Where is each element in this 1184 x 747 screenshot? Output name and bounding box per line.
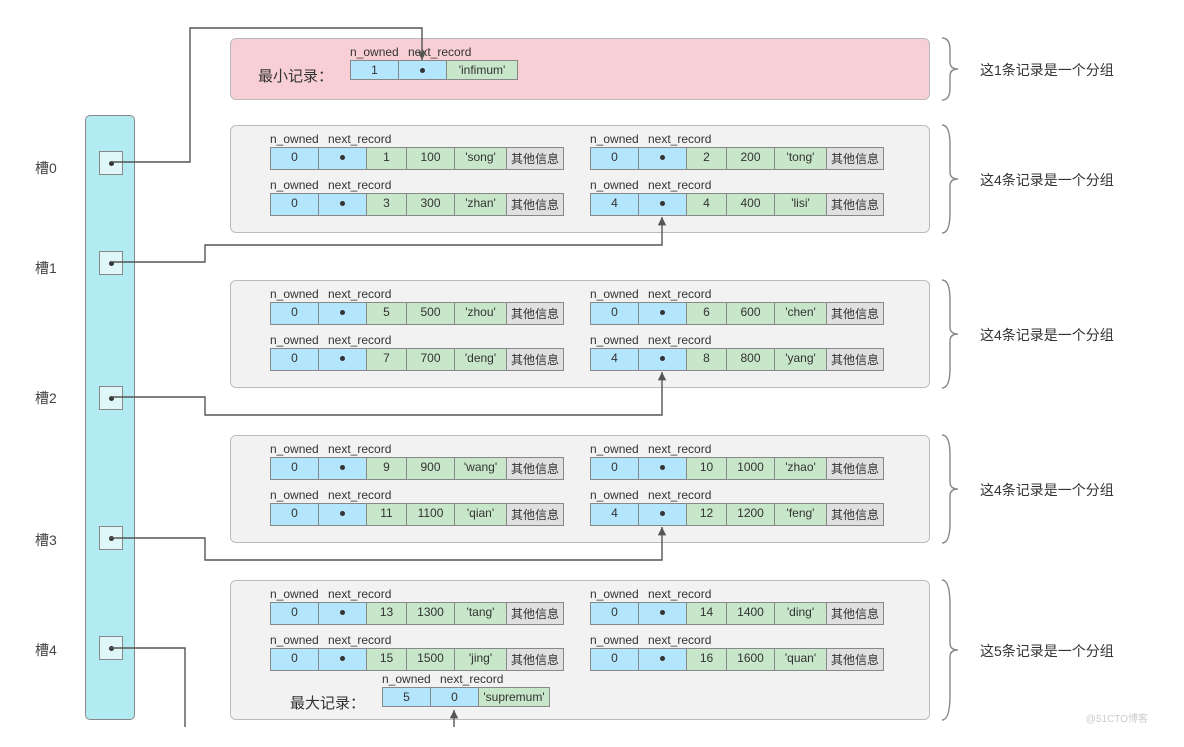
record-infimum: n_ownednext_record 1 'infimum' (350, 45, 518, 80)
record-8: n_ownednext_record 4 8 800 'yang' 其他信息 (590, 333, 884, 371)
record-4: n_ownednext_record 4 4 400 'lisi' 其他信息 (590, 178, 884, 216)
record-supremum: n_ownednext_record 5 0 'supremum' (382, 672, 550, 707)
watermark: @51CTO博客 (1086, 710, 1148, 725)
group-label-0: 这1条记录是一个分组 (980, 60, 1114, 80)
slot-label-2: 槽2 (35, 388, 57, 408)
record-10: n_ownednext_record 0 10 1000 'zhao' 其他信息 (590, 442, 884, 480)
record-16: n_ownednext_record 0 16 1600 'quan' 其他信息 (590, 633, 884, 671)
slot-label-4: 槽4 (35, 640, 57, 660)
infimum-label: 最小记录： (258, 65, 333, 86)
record-12: n_ownednext_record 4 12 1200 'feng' 其他信息 (590, 488, 884, 526)
slot-1 (99, 251, 123, 275)
supremum-label: 最大记录： (290, 692, 365, 713)
record-2: n_ownednext_record 0 2 200 'tong' 其他信息 (590, 132, 884, 170)
record-1: n_ownednext_record 0 1 100 'song' 其他信息 (270, 132, 564, 170)
record-14: n_ownednext_record 0 14 1400 'ding' 其他信息 (590, 587, 884, 625)
group-label-3: 这4条记录是一个分组 (980, 480, 1114, 500)
record-11: n_ownednext_record 0 11 1100 'qian' 其他信息 (270, 488, 564, 526)
slot-4 (99, 636, 123, 660)
slot-label-1: 槽1 (35, 258, 57, 278)
pointer-cell (399, 61, 447, 79)
record-6: n_ownednext_record 0 6 600 'chen' 其他信息 (590, 287, 884, 325)
record-13: n_ownednext_record 0 13 1300 'tang' 其他信息 (270, 587, 564, 625)
slot-directory (85, 115, 135, 720)
group-label-2: 这4条记录是一个分组 (980, 325, 1114, 345)
record-9: n_ownednext_record 0 9 900 'wang' 其他信息 (270, 442, 564, 480)
group-label-4: 这5条记录是一个分组 (980, 641, 1114, 661)
slot-label-3: 槽3 (35, 530, 57, 550)
record-3: n_ownednext_record 0 3 300 'zhan' 其他信息 (270, 178, 564, 216)
group-label-1: 这4条记录是一个分组 (980, 170, 1114, 190)
record-5: n_ownednext_record 0 5 500 'zhou' 其他信息 (270, 287, 564, 325)
slot-0 (99, 151, 123, 175)
record-7: n_ownednext_record 0 7 700 'deng' 其他信息 (270, 333, 564, 371)
slot-3 (99, 526, 123, 550)
slot-2 (99, 386, 123, 410)
record-15: n_ownednext_record 0 15 1500 'jing' 其他信息 (270, 633, 564, 671)
slot-label-0: 槽0 (35, 158, 57, 178)
group-infimum (230, 38, 930, 100)
